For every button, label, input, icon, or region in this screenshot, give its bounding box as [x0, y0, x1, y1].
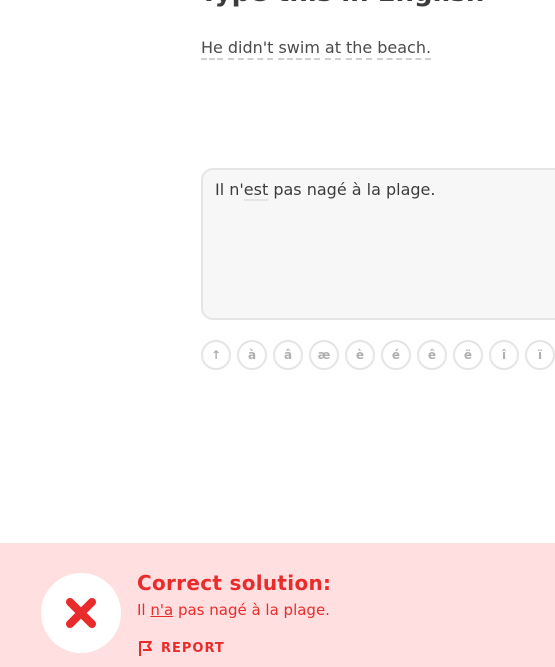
prompt-word[interactable]: the [345, 38, 373, 60]
answer-typo: est [243, 180, 269, 201]
answer-prefix: Il n' [215, 180, 244, 199]
answer-suffix: pas nagé à la plage. [268, 180, 436, 199]
accent-key[interactable]: æ [309, 340, 339, 370]
accent-key[interactable]: è [345, 340, 375, 370]
solution-prefix: Il [137, 601, 151, 619]
prompt-word[interactable]: at [324, 38, 341, 60]
incorrect-feedback-panel: Correct solution: Il n'a pas nagé à la p… [0, 543, 555, 667]
solution-correction: n'a [150, 601, 174, 619]
result-badge [41, 573, 121, 653]
accent-key[interactable]: é [381, 340, 411, 370]
x-icon [66, 598, 96, 628]
prompt-word[interactable]: He [201, 38, 223, 60]
prompt-word[interactable]: didn't [227, 38, 274, 60]
accent-key[interactable]: ê [417, 340, 447, 370]
prompt-word[interactable]: beach. [377, 38, 432, 60]
correct-solution: Il n'a pas nagé à la plage. [137, 601, 330, 619]
accent-key[interactable]: à [237, 340, 267, 370]
shift-key[interactable]: ↑ [201, 340, 231, 370]
report-label: REPORT [161, 640, 225, 656]
accent-key[interactable]: ï [525, 340, 555, 370]
solution-suffix: pas nagé à la plage. [173, 601, 330, 619]
flag-icon [139, 641, 152, 656]
prompt-word[interactable]: swim [278, 38, 320, 60]
feedback-title: Correct solution: [137, 571, 332, 595]
accent-key[interactable]: î [489, 340, 519, 370]
prompt-sentence: He didn't swim at the beach. [201, 38, 432, 60]
answer-text: Il n'est pas nagé à la plage. [215, 180, 555, 201]
report-button[interactable]: REPORT [137, 639, 225, 657]
answer-textarea[interactable]: Il n'est pas nagé à la plage. [201, 168, 555, 320]
accent-key[interactable]: ë [453, 340, 483, 370]
challenge-heading: Type this in English [200, 0, 484, 8]
special-characters-bar: ↑ à â æ è é ê ë î ï [201, 340, 555, 370]
accent-key[interactable]: â [273, 340, 303, 370]
